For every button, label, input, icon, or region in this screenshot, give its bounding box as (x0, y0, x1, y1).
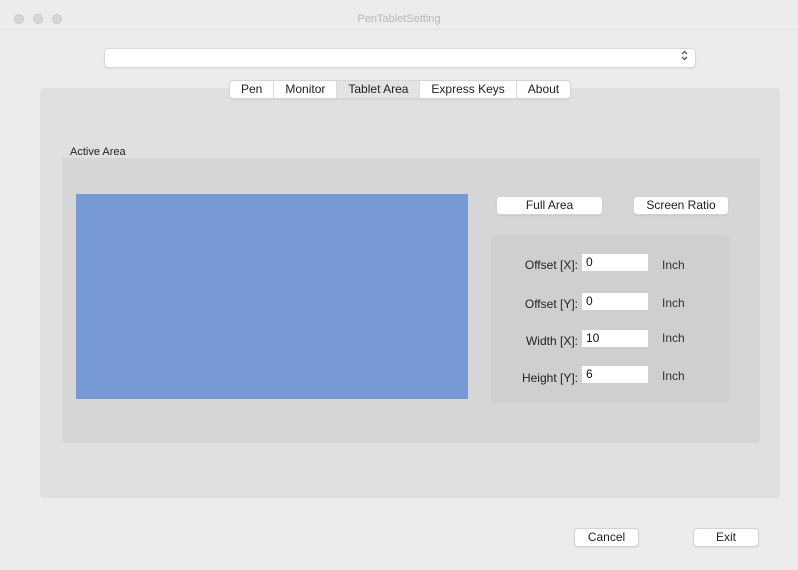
offset-x-unit: Inch (662, 258, 685, 272)
tab-bar: Pen Monitor Tablet Area Express Keys Abo… (229, 80, 572, 99)
height-y-field[interactable]: 6 (581, 365, 649, 384)
cancel-button[interactable]: Cancel (574, 528, 639, 547)
height-y-unit: Inch (662, 369, 685, 383)
app-window: PenTabletSetting Pen Monitor Tablet Area… (0, 0, 798, 570)
screen-ratio-button[interactable]: Screen Ratio (633, 196, 729, 215)
width-x-field[interactable]: 10 (581, 329, 649, 348)
width-x-label: Width [X]: (525, 334, 578, 348)
tab-express-keys[interactable]: Express Keys (420, 81, 517, 98)
offset-x-label: Offset [X]: (524, 258, 578, 272)
device-select[interactable] (104, 48, 696, 68)
offset-y-unit: Inch (662, 296, 685, 310)
tab-pen[interactable]: Pen (230, 81, 275, 98)
exit-button[interactable]: Exit (693, 528, 759, 547)
tab-tablet-area[interactable]: Tablet Area (337, 81, 421, 98)
width-x-unit: Inch (662, 331, 685, 345)
window-title: PenTabletSetting (357, 13, 441, 25)
title-bar: PenTabletSetting (0, 0, 798, 30)
offset-y-label: Offset [Y]: (524, 297, 578, 311)
tab-monitor[interactable]: Monitor (274, 81, 338, 98)
active-area-label: Active Area (70, 146, 126, 158)
offset-y-field[interactable]: 0 (581, 292, 649, 311)
full-area-button[interactable]: Full Area (496, 196, 603, 215)
height-y-label: Height [Y]: (521, 371, 578, 385)
offset-x-field[interactable]: 0 (581, 253, 649, 272)
tab-about[interactable]: About (517, 81, 570, 98)
active-area-preview[interactable] (76, 194, 468, 399)
updown-chevron-icon (681, 50, 688, 62)
